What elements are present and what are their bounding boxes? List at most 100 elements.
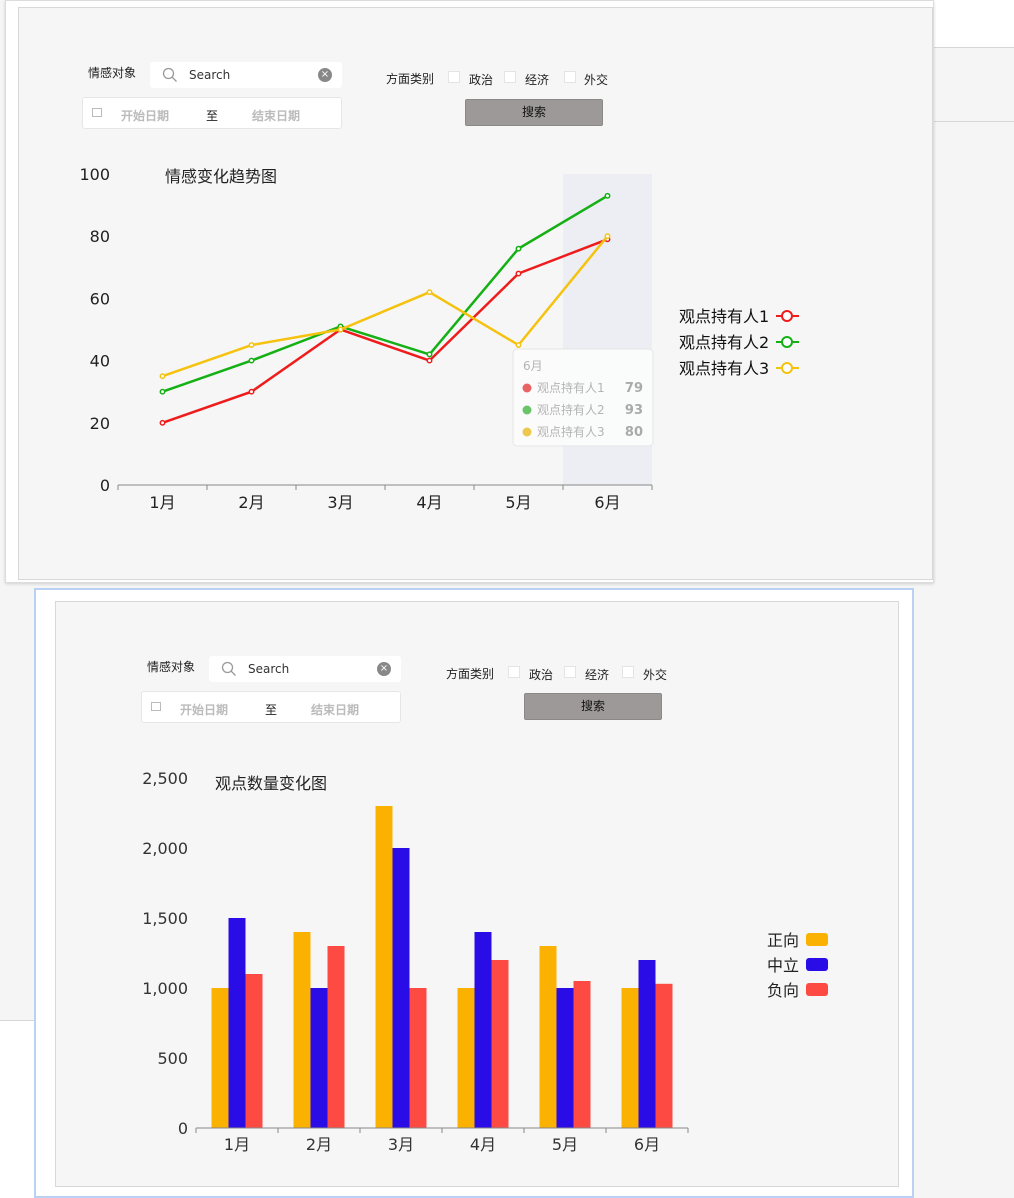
tooltip-marker xyxy=(522,405,532,415)
search-text: Search xyxy=(189,68,231,82)
x-tick-label: 4月 xyxy=(416,493,442,512)
checkbox-diplomacy[interactable] xyxy=(622,666,634,678)
tooltip-value: 80 xyxy=(625,425,643,440)
clear-icon[interactable]: × xyxy=(377,662,391,676)
tooltip-marker xyxy=(522,427,532,437)
tooltip-series-name: 观点持有人3 xyxy=(537,424,605,439)
y-tick-label: 80 xyxy=(90,227,110,246)
bar xyxy=(293,932,311,1128)
legend-swatch xyxy=(806,983,828,996)
search-button[interactable]: 搜索 xyxy=(524,693,662,720)
date-separator: 至 xyxy=(206,109,219,123)
bar xyxy=(539,946,557,1128)
bar xyxy=(556,988,574,1128)
checkbox-diplomacy[interactable] xyxy=(564,71,576,83)
x-tick-label: 2月 xyxy=(306,1135,332,1154)
end-date-input[interactable]: 结束日期 xyxy=(311,701,359,718)
checkbox-diplomacy-label: 外交 xyxy=(643,668,668,682)
category-label: 方面类别 xyxy=(446,667,495,681)
y-tick-label: 1,000 xyxy=(142,979,188,998)
background-divider xyxy=(934,121,1014,122)
y-tick-label: 0 xyxy=(178,1119,188,1138)
y-tick-label: 2,000 xyxy=(142,839,188,858)
checkbox-politics[interactable] xyxy=(508,666,520,678)
data-point xyxy=(248,357,255,364)
checkbox-politics-label: 政治 xyxy=(469,73,494,87)
end-date-input[interactable]: 结束日期 xyxy=(252,107,300,124)
date-range-picker[interactable]: 开始日期 至 结束日期 xyxy=(141,691,401,723)
data-point xyxy=(515,342,522,349)
bar xyxy=(621,988,639,1128)
data-point xyxy=(604,233,611,240)
background-pane xyxy=(0,1021,34,1198)
calendar-icon xyxy=(92,108,102,117)
target-label: 情感对象 xyxy=(88,66,137,80)
legend-label: 正向 xyxy=(767,931,799,950)
background-divider xyxy=(934,47,1014,48)
bar xyxy=(375,806,393,1128)
x-tick-label: 1月 xyxy=(149,493,175,512)
bar xyxy=(327,946,345,1128)
sentiment-trend-panel: 情感对象 Search × 方面类别 政治 经济 外交 开始日期 至 结束日期 … xyxy=(5,0,934,583)
chart-title: 情感变化趋势图 xyxy=(165,167,277,186)
bar xyxy=(310,988,328,1128)
legend-swatch xyxy=(806,933,828,946)
checkbox-diplomacy-label: 外交 xyxy=(584,73,609,87)
y-tick-label: 100 xyxy=(79,165,110,184)
x-tick-label: 6月 xyxy=(594,493,620,512)
checkbox-economy[interactable] xyxy=(504,71,516,83)
bar xyxy=(638,960,656,1128)
legend-label: 观点持有人2 xyxy=(679,333,769,352)
y-tick-label: 60 xyxy=(90,289,110,308)
data-point xyxy=(248,342,255,349)
legend-swatch-marker xyxy=(781,362,793,374)
bar xyxy=(245,974,263,1128)
data-point xyxy=(515,245,522,252)
clear-icon[interactable]: × xyxy=(318,68,332,82)
y-tick-label: 20 xyxy=(90,414,110,433)
data-point xyxy=(159,419,166,426)
data-point xyxy=(159,388,166,395)
bar xyxy=(457,988,475,1128)
data-point xyxy=(426,351,433,358)
checkbox-economy[interactable] xyxy=(564,666,576,678)
sentiment-trend-chart: 0 20 40 60 80 100 1月 2月 3月 4月 5月 6月 情感变化趋势图观点持有人1 观点持… xyxy=(79,165,799,512)
checkbox-economy-label: 经济 xyxy=(585,668,610,682)
checkbox-economy-label: 经济 xyxy=(525,73,550,87)
calendar-icon xyxy=(151,702,161,711)
tooltip-series-name: 观点持有人2 xyxy=(537,402,605,417)
tooltip-title: 6月 xyxy=(523,359,543,373)
data-point xyxy=(159,373,166,380)
tooltip-value: 93 xyxy=(625,403,643,418)
start-date-input[interactable]: 开始日期 xyxy=(121,107,169,124)
legend-label: 观点持有人3 xyxy=(679,359,769,378)
checkbox-politics[interactable] xyxy=(448,71,460,83)
search-input[interactable]: Search × xyxy=(150,62,342,88)
legend-label: 中立 xyxy=(767,956,799,975)
search-button[interactable]: 搜索 xyxy=(465,99,603,126)
x-tick-label: 4月 xyxy=(470,1135,496,1154)
data-point xyxy=(248,388,255,395)
search-input[interactable]: Search × xyxy=(209,656,401,682)
y-tick-label: 40 xyxy=(90,352,110,371)
tooltip-series-name: 观点持有人1 xyxy=(537,380,605,395)
start-date-input[interactable]: 开始日期 xyxy=(180,701,228,718)
y-tick-label: 1,500 xyxy=(142,909,188,928)
background-pane xyxy=(934,0,1014,47)
x-tick-label: 2月 xyxy=(238,493,264,512)
bar xyxy=(392,848,410,1128)
bar xyxy=(409,988,427,1128)
opinion-count-chart: 0 500 1,000 1,500 2,000 2,500 1月 2月 3月 4月 5月 6月 观点数量… xyxy=(142,769,828,1154)
category-label: 方面类别 xyxy=(386,72,435,86)
legend-swatch-marker xyxy=(781,336,793,348)
data-point xyxy=(604,192,611,199)
search-icon xyxy=(221,661,236,676)
legend-label: 观点持有人1 xyxy=(679,307,769,326)
bar xyxy=(573,981,591,1128)
bar xyxy=(228,918,246,1128)
date-range-picker[interactable]: 开始日期 至 结束日期 xyxy=(82,97,342,129)
search-icon xyxy=(162,67,177,82)
x-tick-label: 1月 xyxy=(224,1135,250,1154)
legend-label: 负向 xyxy=(767,981,799,1000)
search-text: Search xyxy=(248,662,290,676)
